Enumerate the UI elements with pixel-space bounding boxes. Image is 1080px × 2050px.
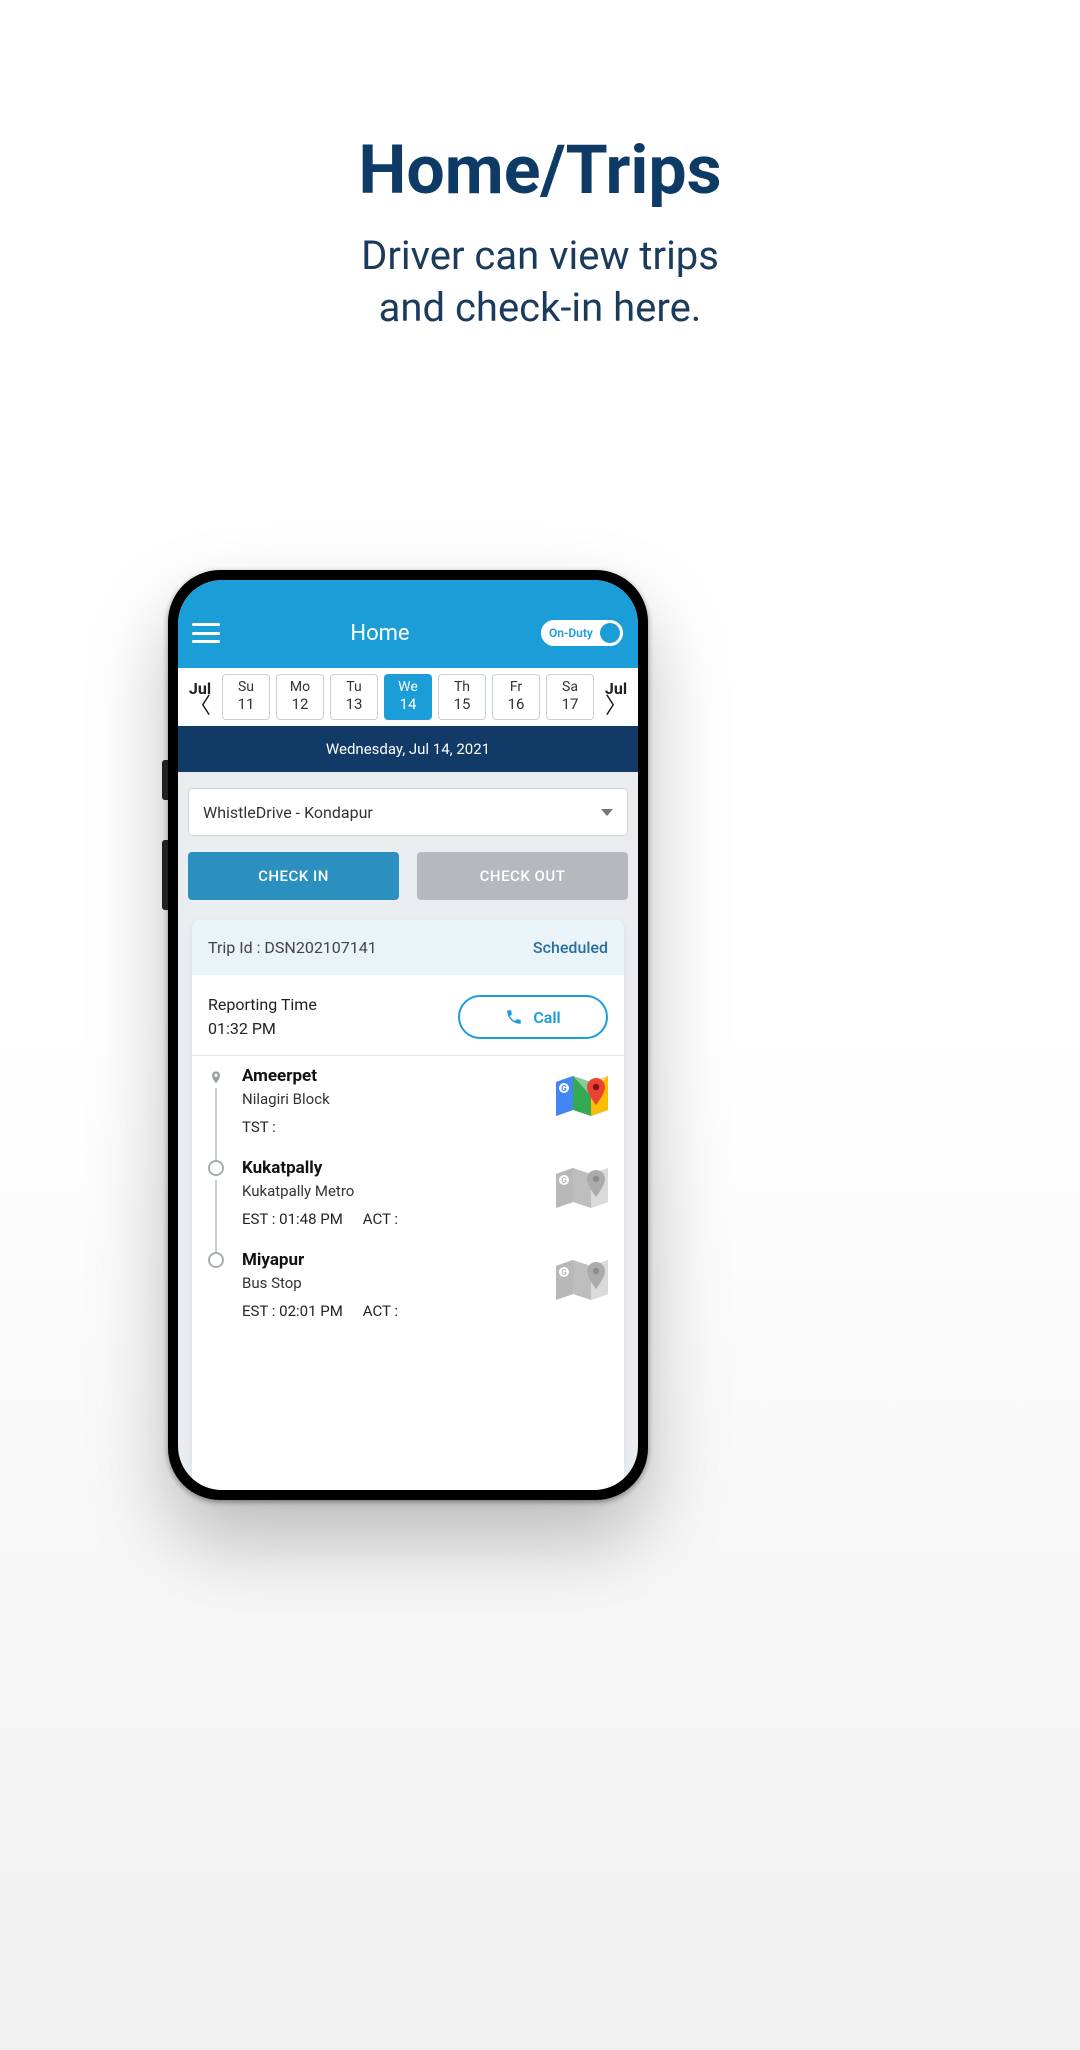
menu-icon[interactable]: [192, 623, 220, 643]
day-cell-fr[interactable]: Fr 16: [492, 674, 540, 720]
stop-circle-icon: [208, 1160, 224, 1176]
chevron-left-icon: 〈: [189, 698, 211, 716]
duty-label: On-Duty: [549, 626, 593, 640]
stop-item: Ameerpet Nilagiri Block TST :: [208, 1066, 608, 1158]
stop-sub: Nilagiri Block: [242, 1090, 608, 1108]
location-pin-icon: [208, 1068, 224, 1084]
chevron-down-icon: [601, 809, 613, 816]
stop-sub: Kukatpally Metro: [242, 1182, 608, 1200]
selected-date-banner: Wednesday, Jul 14, 2021: [178, 726, 638, 772]
subtitle-line-1: Driver can view trips: [361, 232, 719, 279]
toggle-knob: [600, 623, 620, 643]
stop-meta-1: TST :: [242, 1118, 276, 1136]
stop-meta-2: ACT :: [363, 1302, 398, 1320]
day-cell-mo[interactable]: Mo 12: [276, 674, 324, 720]
stop-meta-2: ACT :: [363, 1210, 398, 1228]
svg-text:G: G: [561, 1084, 567, 1093]
day-cell-th[interactable]: Th 15: [438, 674, 486, 720]
day-cell-sa[interactable]: Sa 17: [546, 674, 594, 720]
chevron-right-icon: 〉: [605, 698, 627, 716]
stop-name: Ameerpet: [242, 1066, 608, 1086]
maps-icon[interactable]: G: [556, 1072, 608, 1120]
reporting-time: Reporting Time 01:32 PM: [208, 993, 317, 1041]
stop-name: Miyapur: [242, 1250, 608, 1270]
stop-item: Kukatpally Kukatpally Metro EST : 01:48 …: [208, 1158, 608, 1250]
day-cells: Su 11 Mo 12 Tu 13 We 14 Th 15: [222, 674, 594, 720]
day-picker: Jul 〈 Su 11 Mo 12 Tu 13 We 14: [178, 668, 638, 726]
stop-circle-icon: [208, 1252, 224, 1268]
header-title: Home: [350, 621, 409, 646]
call-button[interactable]: Call: [458, 995, 608, 1039]
checkout-button[interactable]: CHECK OUT: [417, 852, 628, 900]
stop-sub: Bus Stop: [242, 1274, 608, 1292]
svg-text:G: G: [561, 1268, 567, 1277]
next-week-nav[interactable]: Jul 〉: [598, 679, 634, 716]
stops-list: Ameerpet Nilagiri Block TST :: [192, 1055, 624, 1320]
phone-screen: Home On-Duty Jul 〈 Su 11 Mo 12: [178, 580, 638, 1490]
app-header: Home On-Duty: [178, 580, 638, 668]
location-select[interactable]: WhistleDrive - Kondapur: [188, 788, 628, 836]
day-cell-tu[interactable]: Tu 13: [330, 674, 378, 720]
marketing-subtitle: Driver can view trips and check-in here.: [0, 230, 1080, 334]
call-label: Call: [533, 1008, 560, 1027]
prev-week-nav[interactable]: Jul 〈: [182, 679, 218, 716]
day-cell-we[interactable]: We 14: [384, 674, 432, 720]
trip-status: Scheduled: [533, 938, 608, 957]
phone-frame: Home On-Duty Jul 〈 Su 11 Mo 12: [168, 570, 648, 1500]
day-cell-su[interactable]: Su 11: [222, 674, 270, 720]
trip-id: Trip Id : DSN202107141: [208, 938, 377, 957]
stop-name: Kukatpally: [242, 1158, 608, 1178]
marketing-title: Home/Trips: [0, 130, 1080, 210]
stop-item: Miyapur Bus Stop EST : 02:01 PM ACT : G: [208, 1250, 608, 1320]
maps-icon[interactable]: G: [556, 1256, 608, 1304]
duty-toggle[interactable]: On-Duty: [540, 619, 624, 647]
checkin-button[interactable]: CHECK IN: [188, 852, 399, 900]
maps-icon[interactable]: G: [556, 1164, 608, 1212]
phone-icon: [505, 1008, 523, 1026]
subtitle-line-2: and check-in here.: [379, 284, 702, 331]
trip-card: Trip Id : DSN202107141 Scheduled Reporti…: [192, 920, 624, 1490]
stop-meta-1: EST : 01:48 PM: [242, 1210, 343, 1228]
location-select-value: WhistleDrive - Kondapur: [203, 803, 373, 822]
svg-text:G: G: [561, 1176, 567, 1185]
stop-meta-1: EST : 02:01 PM: [242, 1302, 343, 1320]
